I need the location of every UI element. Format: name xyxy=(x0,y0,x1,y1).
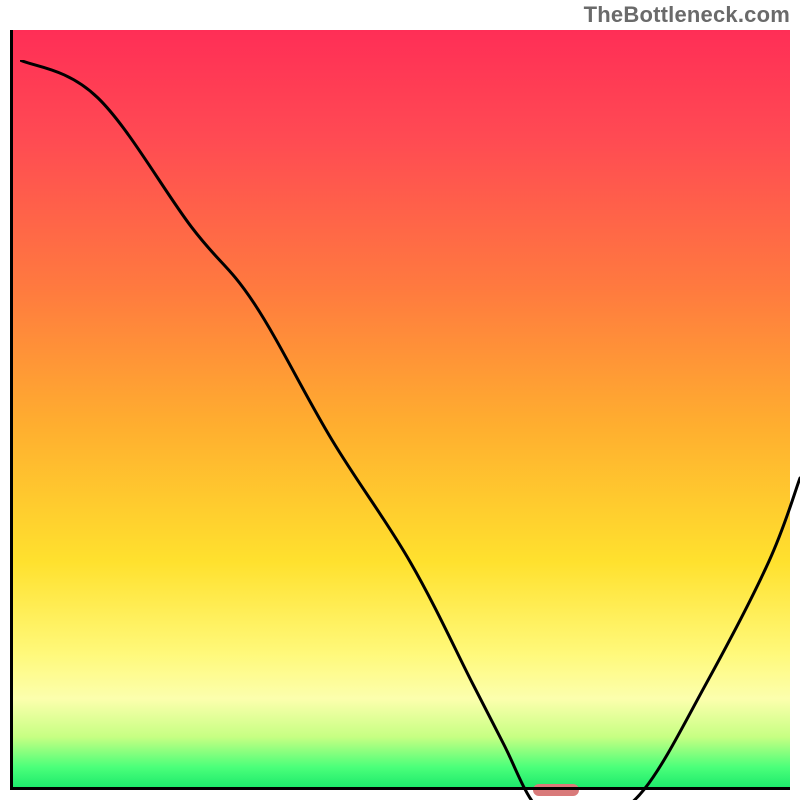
y-axis xyxy=(10,30,13,790)
x-axis xyxy=(10,787,790,790)
watermark-text: TheBottleneck.com xyxy=(584,2,790,28)
chart-canvas: TheBottleneck.com xyxy=(0,0,800,800)
bottleneck-curve xyxy=(20,60,800,800)
plot-area xyxy=(10,30,790,790)
